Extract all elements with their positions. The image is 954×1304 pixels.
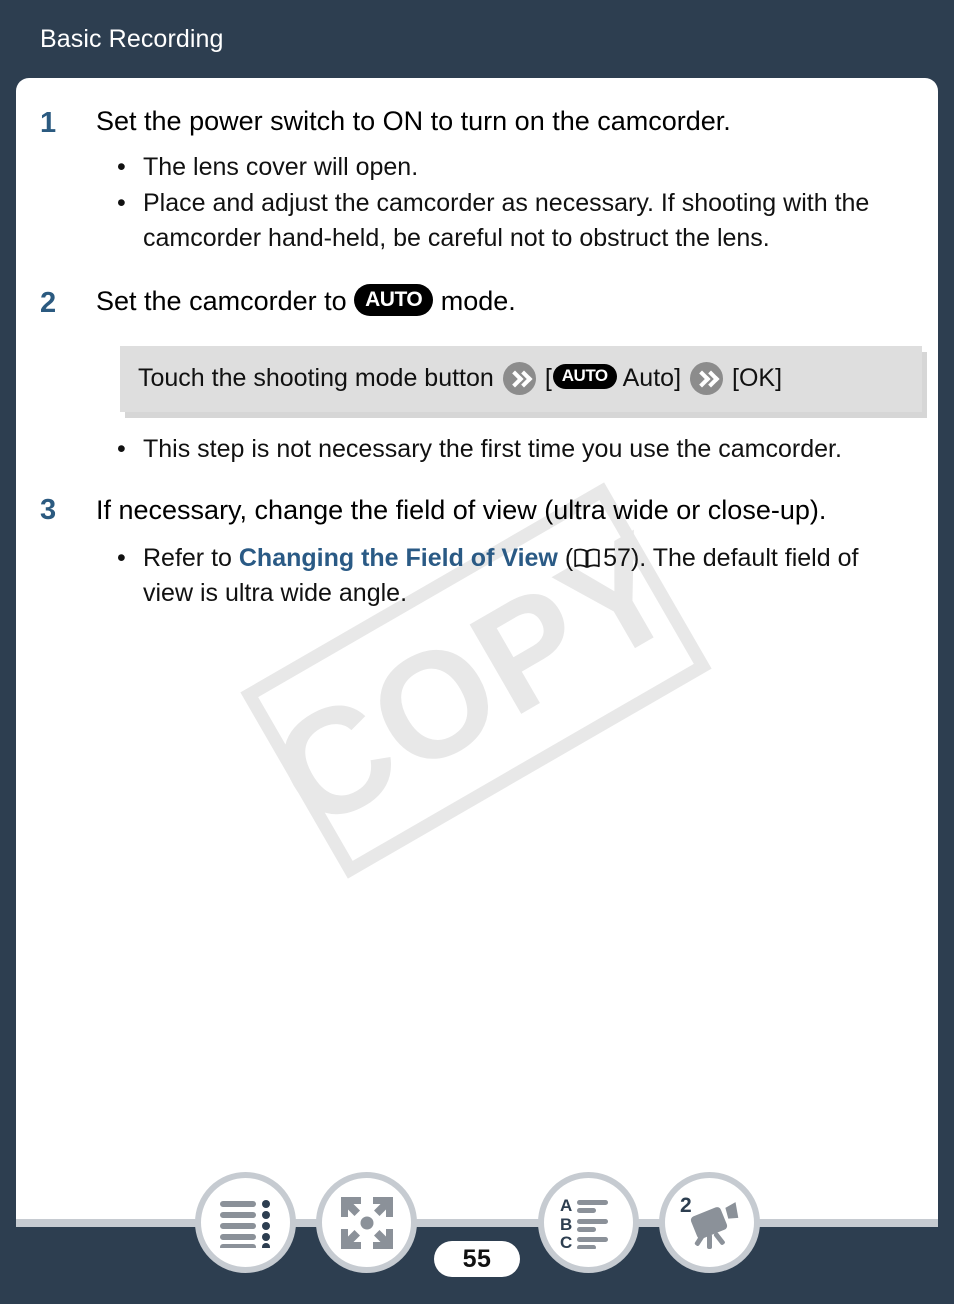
page-header: Basic Recording: [0, 0, 954, 78]
expand-arrows-icon: [340, 1196, 393, 1249]
step-1: 1 Set the power switch to ON to turn on …: [40, 104, 914, 256]
page-title: Basic Recording: [40, 24, 224, 53]
nav-button-alphabetical-index[interactable]: A B C: [538, 1172, 639, 1273]
list-item: • Place and adjust the camcorder as nece…: [117, 186, 914, 256]
abc-index-icon: A B C: [560, 1197, 608, 1249]
bullet-dot-icon: •: [117, 544, 126, 573]
step-2-number: 2: [40, 287, 57, 320]
step-3-title: If necessary, change the field of view (…: [96, 495, 827, 526]
operation-text-start: Touch the shooting mode button: [138, 364, 494, 393]
bullet-dot-icon: •: [117, 188, 126, 217]
reference-prefix: Refer to: [143, 544, 239, 573]
bullet-dot-icon: •: [117, 153, 126, 182]
operation-option-label: Auto: [622, 364, 675, 393]
index-letter-c: C: [560, 1233, 572, 1249]
chapter-number-badge: 2: [680, 1194, 692, 1217]
operation-ok-label: [OK]: [732, 364, 783, 393]
step-3-bullets: • Refer to Changing the Field of View (5…: [96, 541, 914, 611]
list-lines-icon: [219, 1199, 270, 1248]
reference-page-number: 57: [603, 544, 631, 573]
list-item: • This step is not necessary the first t…: [117, 432, 914, 467]
nav-button-chapter-shortcut[interactable]: 2: [659, 1172, 760, 1273]
auto-option-badge: AUTO: [552, 364, 617, 390]
open-book-icon: [574, 548, 600, 568]
list-item: • The lens cover will open.: [117, 150, 914, 185]
page-number: 55: [462, 1244, 492, 1273]
operation-bracket-open: [: [544, 364, 552, 393]
step-1-bullets: • The lens cover will open. • Place and …: [96, 150, 914, 255]
reference-paren-open: (: [557, 544, 574, 573]
step-2-title-suffix: mode.: [433, 286, 516, 317]
auto-mode-badge: AUTO: [354, 284, 434, 317]
nav-button-table-of-contents[interactable]: [195, 1172, 296, 1273]
page-content: 1 Set the power switch to ON to turn on …: [16, 78, 938, 612]
step-2-title-prefix: Set the camcorder to: [96, 286, 355, 317]
bullet-text: The lens cover will open.: [143, 153, 419, 182]
double-chevron-icon: [502, 362, 536, 396]
nav-button-expand-view[interactable]: [316, 1172, 417, 1273]
step-2: 2 Set the camcorder to AUTO mode.: [40, 284, 914, 322]
index-letter-a: A: [560, 1197, 572, 1215]
bullet-text: Place and adjust the camcorder as necess…: [143, 188, 870, 252]
step-3-number: 3: [40, 494, 57, 527]
bullet-dot-icon: •: [117, 435, 126, 464]
list-item: • Refer to Changing the Field of View (5…: [117, 541, 914, 611]
step-2-title: Set the camcorder to AUTO mode.: [96, 284, 914, 319]
step-2-bullets: • This step is not necessary the first t…: [96, 432, 914, 467]
reference-bullet-text: Refer to Changing the Field of View (57)…: [143, 541, 914, 611]
double-chevron-icon: [690, 362, 724, 396]
step-1-number: 1: [40, 107, 57, 139]
step-3: 3 If necessary, change the field of view…: [40, 491, 914, 611]
index-letter-b: B: [560, 1215, 572, 1234]
operation-box[interactable]: Touch the shooting mode button [ AUTO Au…: [120, 346, 922, 413]
cross-reference-link[interactable]: Changing the Field of View: [239, 544, 558, 572]
page-card: COPY 1 Set the power switch to ON to tur…: [16, 78, 938, 1226]
operation-bracket-close: ]: [674, 364, 682, 393]
step-1-title: Set the power switch to ON to turn on th…: [96, 106, 731, 136]
operation-box-wrapper: Touch the shooting mode button [ AUTO Au…: [120, 346, 922, 413]
page-number-badge: 55: [434, 1241, 520, 1277]
camcorder-icon: 2: [680, 1194, 738, 1249]
bullet-text: This step is not necessary the first tim…: [143, 435, 842, 464]
